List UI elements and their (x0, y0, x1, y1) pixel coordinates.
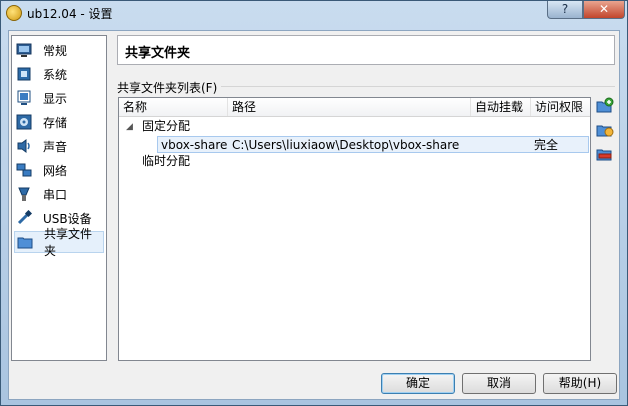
tree-group-fixed[interactable]: ◢ 固定分配 (119, 118, 590, 135)
column-header-access[interactable]: 访问权限 (531, 98, 590, 116)
tree-group-transient[interactable]: 临时分配 (119, 153, 590, 170)
edit-folder-button[interactable] (596, 121, 614, 139)
column-header-name[interactable]: 名称 (119, 98, 228, 116)
group-divider (221, 86, 615, 87)
folder-icon (17, 234, 33, 250)
group-label-fixed: 固定分配 (142, 119, 191, 133)
sidebar-item-shared-folders[interactable]: 共享文件夹 (14, 227, 104, 258)
table-row[interactable]: vbox-share C:\Users\liuxiaow\Desktop\vbo… (157, 136, 589, 153)
sidebar-item-storage[interactable]: 存储 (14, 111, 104, 133)
column-header-auto-mount[interactable]: 自动挂载 (471, 98, 531, 116)
shared-folder-list-label: 共享文件夹列表(F) (117, 81, 218, 95)
chip-icon (16, 66, 32, 82)
tree-header: 名称 路径 自动挂载 访问权限 (119, 98, 590, 117)
share-access: 完全 (534, 138, 559, 152)
remove-folder-button[interactable] (596, 145, 614, 163)
sidebar-item-display[interactable]: 显示 (14, 87, 104, 109)
network-icon (16, 162, 32, 178)
expand-triangle-icon[interactable]: ◢ (126, 119, 133, 136)
share-name: vbox-share (161, 138, 228, 152)
add-folder-icon (596, 97, 614, 113)
window-title: ub12.04 - 设置 (27, 7, 113, 21)
sidebar-item-network[interactable]: 网络 (14, 159, 104, 181)
cancel-button[interactable]: 取消 (462, 373, 536, 394)
gear-icon (6, 5, 22, 21)
add-folder-button[interactable] (596, 97, 614, 115)
sidebar-item-general[interactable]: 常规 (14, 39, 104, 61)
disk-icon (16, 114, 32, 130)
settings-window: ub12.04 - 设置 ? ✕ 常规 系统 显示 存储 声音 网络 串口 US… (0, 0, 628, 406)
page-title-box: 共享文件夹 (117, 35, 615, 65)
title-bar[interactable]: ub12.04 - 设置 ? ✕ (1, 1, 627, 25)
dialog-client-area: 常规 系统 显示 存储 声音 网络 串口 USB设备 共享文件夹 共享文件夹 共… (8, 30, 620, 400)
share-path: C:\Users\liuxiaow\Desktop\vbox-share (232, 138, 460, 152)
edit-folder-icon (596, 125, 614, 137)
usb-icon (16, 210, 32, 226)
sidebar-item-system[interactable]: 系统 (14, 63, 104, 85)
serial-icon (16, 186, 32, 202)
group-label-transient: 临时分配 (142, 154, 191, 168)
help-button[interactable]: 帮助(H) (543, 373, 617, 394)
titlebar-help-button[interactable]: ? (547, 1, 583, 19)
display-icon (16, 90, 32, 106)
remove-folder-icon (596, 149, 612, 161)
shared-folder-tree[interactable]: 名称 路径 自动挂载 访问权限 ◢ 固定分配 vbox-share C:\Use… (118, 97, 591, 361)
column-header-path[interactable]: 路径 (228, 98, 471, 116)
sidebar-item-serial[interactable]: 串口 (14, 183, 104, 205)
monitor-icon (16, 42, 32, 58)
page-title: 共享文件夹 (125, 46, 191, 61)
titlebar-close-button[interactable]: ✕ (583, 1, 625, 19)
sidebar-item-audio[interactable]: 声音 (14, 135, 104, 157)
settings-sidebar: 常规 系统 显示 存储 声音 网络 串口 USB设备 共享文件夹 (11, 35, 107, 361)
ok-button[interactable]: 确定 (381, 373, 455, 394)
speaker-icon (16, 138, 32, 154)
